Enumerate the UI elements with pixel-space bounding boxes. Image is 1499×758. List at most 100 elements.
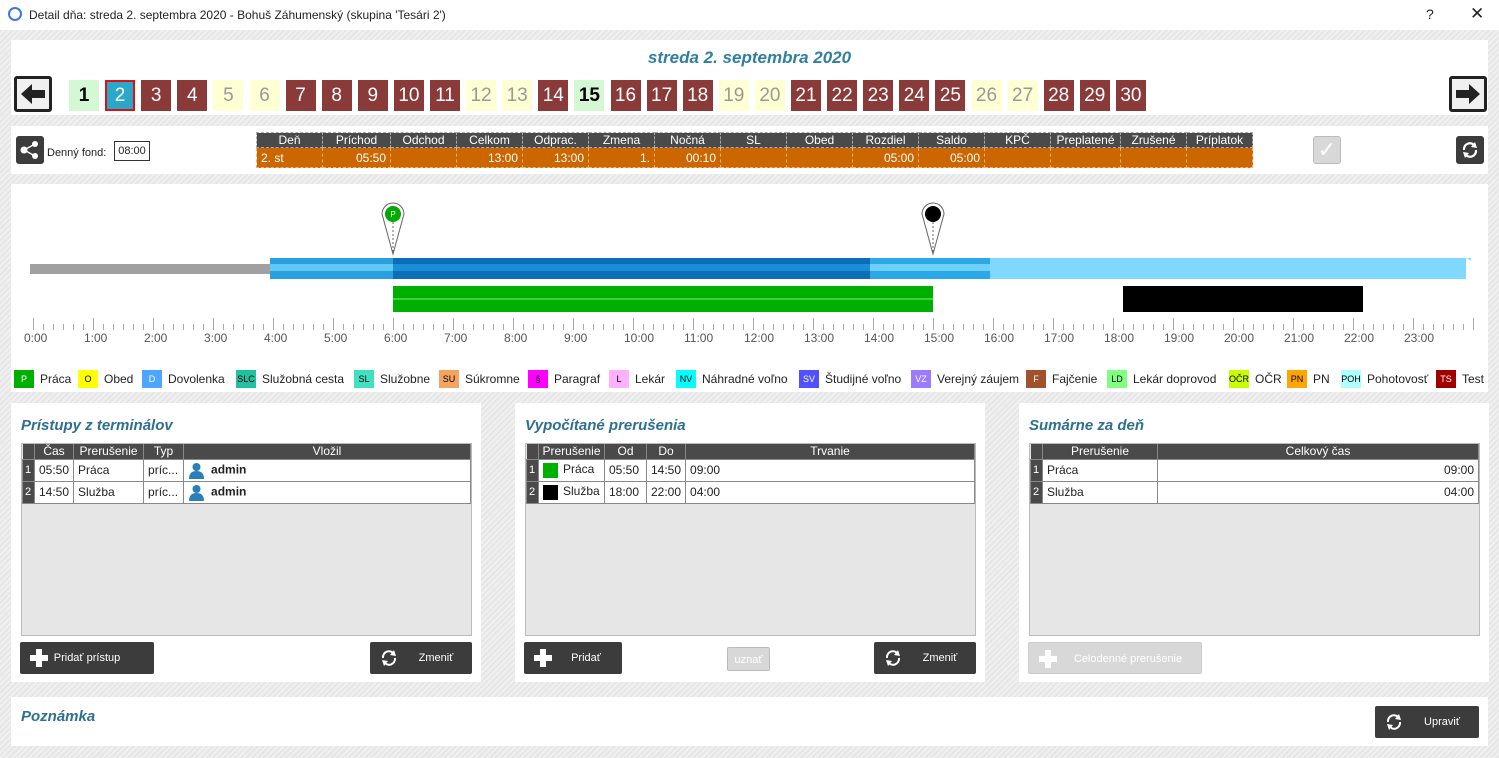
- col-total-time[interactable]: Celkový čas: [1157, 444, 1479, 459]
- day-12[interactable]: 12: [466, 80, 497, 111]
- day-6[interactable]: 6: [249, 80, 280, 111]
- day-8[interactable]: 8: [321, 80, 352, 111]
- hour-label: 14:00: [864, 331, 895, 345]
- day-3[interactable]: 3: [141, 80, 172, 111]
- axis-tick: [883, 324, 884, 330]
- axis-tick: [1143, 324, 1144, 330]
- fund-label: Denný fond:: [47, 147, 107, 159]
- hour-label: 15:00: [924, 331, 955, 345]
- col-break[interactable]: Prerušenie: [73, 444, 145, 459]
- edit-note-button[interactable]: Upraviť: [1375, 706, 1479, 738]
- help-button[interactable]: ?: [1426, 6, 1434, 22]
- axis-tick: [363, 324, 364, 330]
- day-7[interactable]: 7: [285, 80, 316, 111]
- segment-služba[interactable]: [1123, 286, 1363, 312]
- axis-tick: [783, 324, 784, 330]
- table-row[interactable]: 2 Služba 18:00 22:00 04:00: [526, 480, 975, 504]
- add-access-button[interactable]: Pridať prístup: [20, 642, 154, 674]
- axis-tick: [513, 318, 514, 330]
- grid-corner: [526, 444, 539, 459]
- axis-tick: [1173, 318, 1174, 330]
- axis-tick: [1343, 324, 1344, 330]
- day-10[interactable]: 10: [393, 80, 424, 111]
- day-13[interactable]: 13: [502, 80, 533, 111]
- summary-header: KPČ: [984, 132, 1051, 148]
- day-16[interactable]: 16: [610, 80, 641, 111]
- legend-swatch: D: [142, 370, 162, 388]
- confirm-button[interactable]: ✓: [1313, 136, 1341, 164]
- day-25[interactable]: 25: [935, 80, 966, 111]
- col-time[interactable]: Čas: [34, 444, 75, 459]
- axis-tick: [993, 318, 994, 330]
- axis-tick: [263, 324, 264, 330]
- axis-tick: [543, 324, 544, 330]
- day-5[interactable]: 5: [213, 80, 244, 111]
- day-23[interactable]: 23: [863, 80, 894, 111]
- hour-label: 8:00: [504, 331, 528, 345]
- col-break[interactable]: Prerušenie: [538, 444, 605, 459]
- grid-corner: [22, 444, 35, 459]
- daily-fund-input[interactable]: 08:00: [114, 141, 150, 161]
- computed-title: Vypočítané prerušenia: [525, 417, 686, 434]
- axis-tick: [1193, 324, 1194, 330]
- access-user-cell: admin: [183, 458, 471, 482]
- day-4[interactable]: 4: [177, 80, 208, 111]
- axis-tick: [273, 318, 274, 330]
- axis-tick: [633, 318, 634, 330]
- accept-button[interactable]: uznať: [727, 647, 770, 671]
- table-row[interactable]: 2 Služba 04:00: [1030, 480, 1479, 504]
- table-row[interactable]: 1 Práca 09:00: [1030, 458, 1479, 482]
- close-button[interactable]: ✕: [1470, 4, 1484, 24]
- day-30[interactable]: 30: [1115, 80, 1146, 111]
- col-break[interactable]: Prerušenie: [1042, 444, 1158, 459]
- axis-tick: [1393, 324, 1394, 330]
- next-day-button[interactable]: [1449, 76, 1487, 112]
- day-21[interactable]: 21: [791, 80, 821, 111]
- day-9[interactable]: 9: [357, 80, 388, 111]
- day-15[interactable]: 15: [574, 80, 605, 111]
- axis-tick: [1033, 324, 1034, 330]
- day-27[interactable]: 27: [1007, 80, 1038, 111]
- col-duration[interactable]: Trvanie: [685, 444, 975, 459]
- daily-break: Služba: [1042, 480, 1158, 504]
- axis-tick: [1463, 324, 1464, 330]
- legend-label: Študijné voľno: [825, 372, 902, 386]
- col-from[interactable]: Od: [604, 444, 647, 459]
- hour-label: 21:00: [1284, 331, 1315, 345]
- day-28[interactable]: 28: [1043, 80, 1074, 111]
- day-20[interactable]: 20: [754, 80, 785, 111]
- table-row[interactable]: 1 Práca 05:50 14:50 09:00: [526, 458, 975, 482]
- axis-tick: [303, 324, 304, 330]
- summary-cell: 05:50: [322, 147, 391, 168]
- day-1[interactable]: 1: [69, 80, 99, 111]
- day-26[interactable]: 26: [971, 80, 1002, 111]
- timeline-cut-edge: [1466, 258, 1476, 279]
- col-to[interactable]: Do: [646, 444, 687, 459]
- share-button[interactable]: [16, 136, 44, 164]
- legend-swatch: SL: [354, 370, 374, 388]
- refresh-button[interactable]: [1456, 136, 1484, 164]
- table-row[interactable]: 1 05:50 Práca príc... admin: [22, 458, 471, 482]
- change-break-button[interactable]: Zmeniť: [874, 642, 976, 674]
- whole-day-break-button[interactable]: Celodenné prerušenie: [1028, 642, 1202, 674]
- day-22[interactable]: 22: [827, 80, 858, 111]
- day-2[interactable]: 2: [105, 80, 136, 111]
- col-type[interactable]: Typ: [143, 444, 185, 459]
- axis-tick: [1333, 324, 1334, 330]
- day-18[interactable]: 18: [682, 80, 713, 111]
- day-17[interactable]: 17: [646, 80, 677, 111]
- day-24[interactable]: 24: [899, 80, 930, 111]
- access-type: príc...: [143, 458, 185, 482]
- day-14[interactable]: 14: [538, 80, 569, 111]
- add-break-button[interactable]: Pridať: [524, 642, 622, 674]
- change-access-button[interactable]: Zmeniť: [370, 642, 472, 674]
- row-number: 1: [526, 458, 539, 482]
- axis-tick: [33, 318, 34, 330]
- refresh-icon: [1462, 142, 1478, 158]
- day-11[interactable]: 11: [430, 80, 460, 111]
- day-19[interactable]: 19: [718, 80, 749, 111]
- prev-day-button[interactable]: [14, 76, 52, 112]
- table-row[interactable]: 2 14:50 Služba príc... admin: [22, 480, 471, 504]
- col-inserted-by[interactable]: Vložil: [183, 444, 471, 459]
- day-29[interactable]: 29: [1079, 80, 1110, 111]
